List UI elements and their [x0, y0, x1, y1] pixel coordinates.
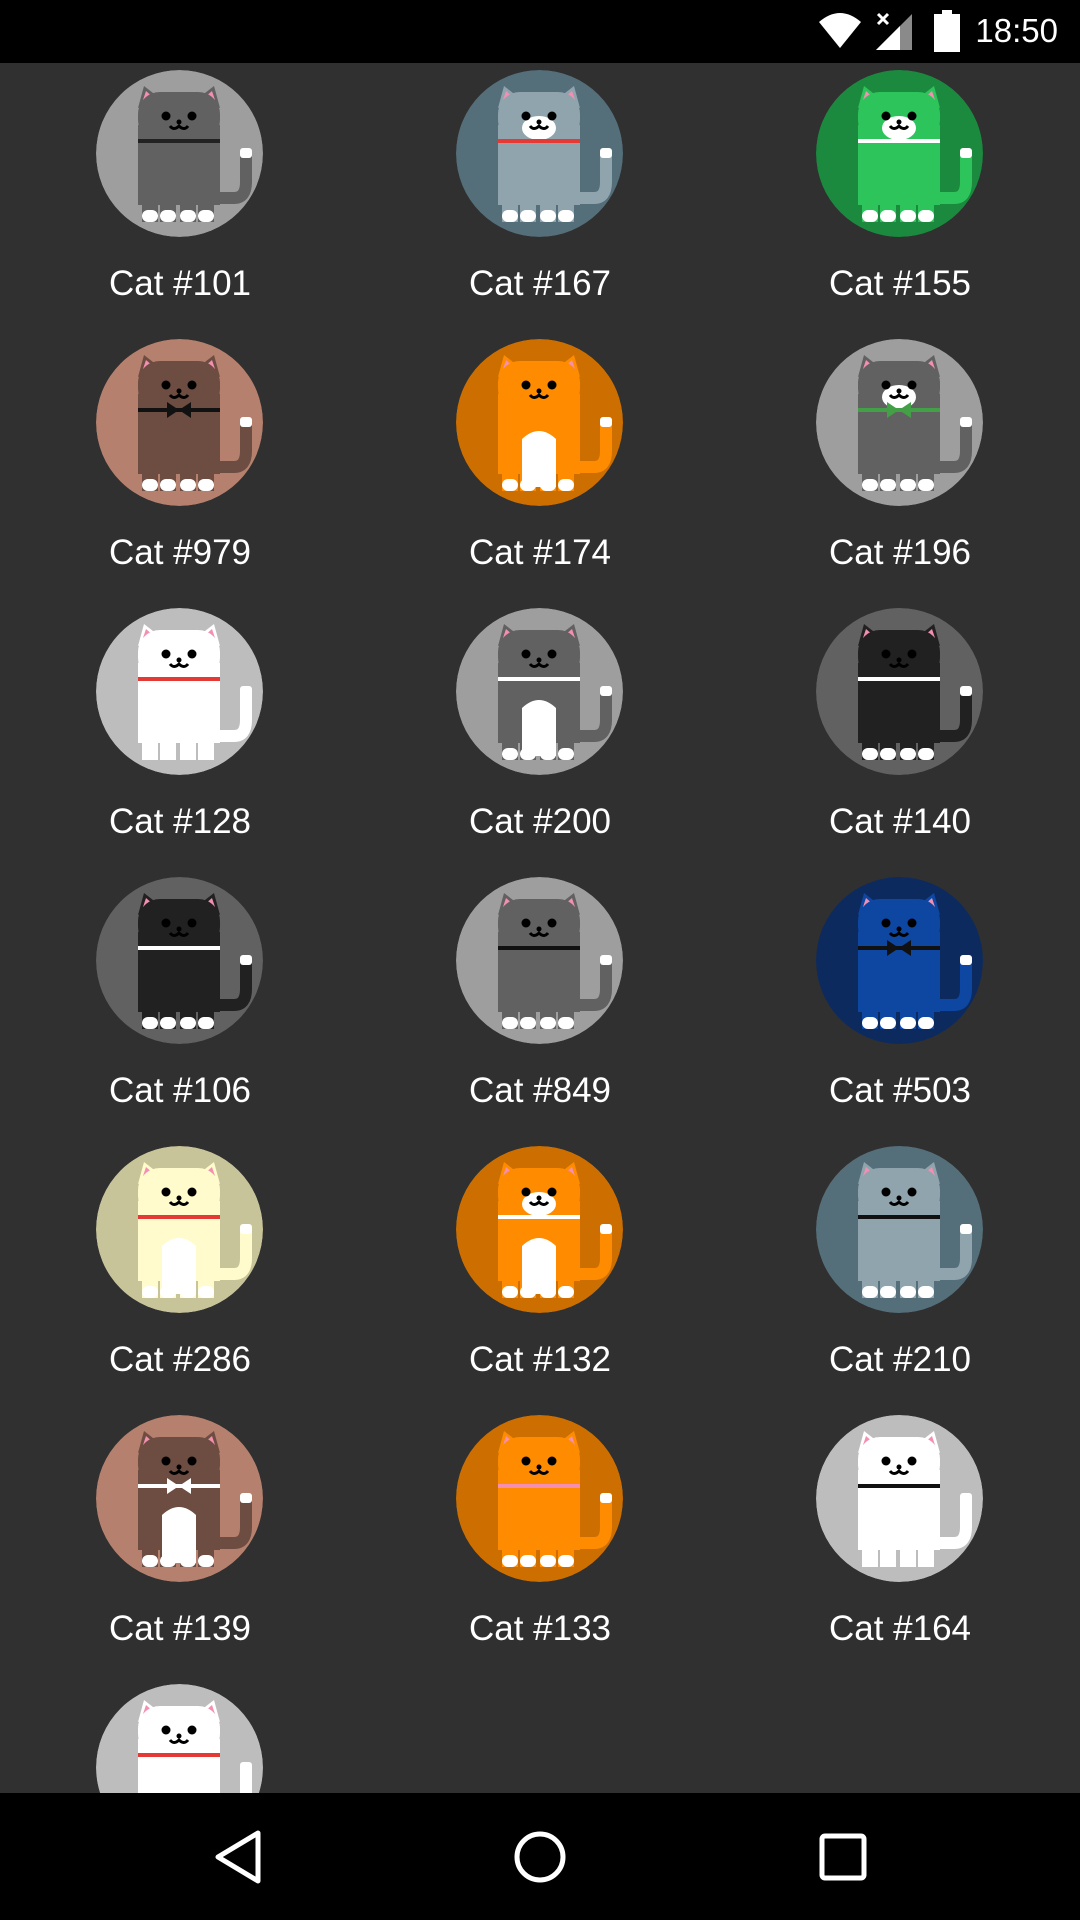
navigation-bar [0, 1793, 1080, 1920]
cat-label: Cat #132 [468, 1340, 612, 1379]
cat-item[interactable]: Cat #132 [360, 1139, 720, 1408]
cat-item[interactable]: Cat #155 [720, 63, 1080, 332]
cat-label: Cat #286 [108, 1340, 252, 1379]
cat-avatar-icon[interactable] [816, 1415, 983, 1582]
cat-avatar-icon[interactable] [816, 70, 983, 237]
status-time: 18:50 [975, 12, 1058, 49]
cat-item[interactable]: Cat #140 [720, 601, 1080, 870]
cat-avatar-icon[interactable] [816, 1146, 983, 1313]
battery-icon [934, 10, 960, 52]
cat-item[interactable]: Cat #133 [360, 1408, 720, 1677]
cat-label: Cat #210 [828, 1340, 972, 1379]
cat-item[interactable]: Cat #196 [720, 332, 1080, 601]
cat-label: Cat #139 [108, 1609, 252, 1648]
cat-item[interactable]: Cat #174 [360, 332, 720, 601]
cat-label: Cat #200 [468, 802, 612, 841]
cat-avatar-icon[interactable] [96, 608, 263, 775]
cat-item[interactable]: Cat #128 [0, 601, 360, 870]
recents-icon[interactable] [803, 1817, 883, 1897]
cat-label: Cat #106 [108, 1071, 252, 1110]
cat-item[interactable]: Cat #101 [0, 63, 360, 332]
cat-item[interactable]: Cat #979 [0, 332, 360, 601]
back-icon[interactable] [198, 1817, 278, 1897]
cat-item[interactable]: Cat #286 [0, 1139, 360, 1408]
cat-avatar-icon[interactable] [456, 70, 623, 237]
cat-avatar-icon[interactable] [816, 877, 983, 1044]
cat-item[interactable]: Cat #849 [360, 870, 720, 1139]
cat-item[interactable]: Cat #200 [360, 601, 720, 870]
cat-label: Cat #133 [468, 1609, 612, 1648]
cat-label: Cat #128 [108, 802, 252, 841]
cat-label: Cat #164 [828, 1609, 972, 1648]
cat-item[interactable]: Cat #139 [0, 1408, 360, 1677]
home-icon[interactable] [500, 1817, 580, 1897]
cat-label: Cat #849 [468, 1071, 612, 1110]
cat-avatar-icon[interactable] [816, 339, 983, 506]
cat-avatar-icon[interactable] [96, 1146, 263, 1313]
cat-avatar-icon[interactable] [456, 1146, 623, 1313]
cat-avatar-icon[interactable] [96, 1684, 263, 1793]
cat-avatar-icon[interactable] [456, 608, 623, 775]
cat-item[interactable] [0, 1677, 360, 1793]
cat-label: Cat #174 [468, 533, 612, 572]
status-bar: 18:50 [0, 0, 1080, 63]
cat-label: Cat #155 [828, 264, 972, 303]
wifi-icon [819, 13, 861, 48]
cat-label: Cat #503 [828, 1071, 972, 1110]
cat-avatar-icon[interactable] [96, 877, 263, 1044]
cat-avatar-icon[interactable] [456, 877, 623, 1044]
cat-avatar-icon[interactable] [456, 339, 623, 506]
cat-item[interactable]: Cat #167 [360, 63, 720, 332]
cat-item[interactable]: Cat #164 [720, 1408, 1080, 1677]
cat-avatar-icon[interactable] [456, 1415, 623, 1582]
cat-label: Cat #101 [108, 264, 252, 303]
cat-item[interactable]: Cat #503 [720, 870, 1080, 1139]
cat-label: Cat #167 [468, 264, 612, 303]
cat-label: Cat #140 [828, 802, 972, 841]
cat-avatar-icon[interactable] [96, 1415, 263, 1582]
cat-label: Cat #196 [828, 533, 972, 572]
cat-label: Cat #979 [108, 533, 252, 572]
cat-item[interactable]: Cat #106 [0, 870, 360, 1139]
cat-item[interactable]: Cat #210 [720, 1139, 1080, 1408]
cat-grid[interactable]: Cat #101 Cat #167 Cat #155 Cat #979 Cat #174… [0, 63, 1080, 1793]
cat-avatar-icon[interactable] [816, 608, 983, 775]
cell-signal-icon [876, 12, 912, 50]
cat-avatar-icon[interactable] [96, 339, 263, 506]
cat-avatar-icon[interactable] [96, 70, 263, 237]
